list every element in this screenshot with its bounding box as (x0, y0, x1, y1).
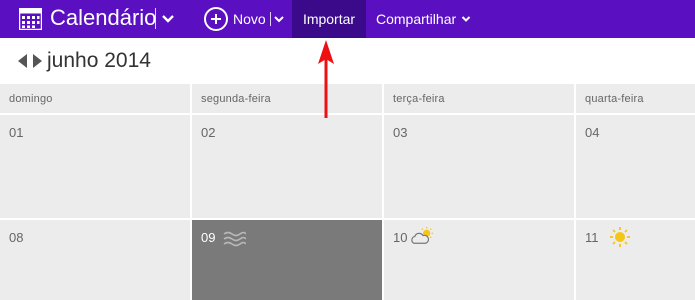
day-column: segunda-feira 02 09 (192, 84, 382, 300)
app-title: Calendário (50, 5, 157, 30)
day-cell[interactable]: 02 (192, 115, 382, 218)
chevron-down-icon[interactable] (461, 15, 471, 23)
day-number: 01 (9, 125, 24, 140)
day-cell-selected[interactable]: 09 (192, 220, 382, 300)
day-column: quarta-feira 04 11 (576, 84, 695, 300)
day-header: domingo (0, 84, 190, 113)
annotation-arrow (318, 40, 334, 118)
share-button[interactable]: Compartilhar (376, 11, 456, 27)
day-cell[interactable]: 04 (576, 115, 695, 218)
day-header: terça-feira (384, 84, 574, 113)
day-number: 08 (9, 230, 24, 245)
fog-icon (223, 231, 246, 247)
day-number: 02 (201, 125, 216, 140)
month-header: junho 2014 (0, 38, 695, 84)
day-number: 09 (201, 230, 216, 245)
top-bar: Calendário Novo Importar Compartilhar (0, 0, 695, 38)
new-button[interactable]: Novo (233, 11, 266, 27)
import-button[interactable]: Importar (292, 0, 366, 38)
day-cell[interactable]: 08 (0, 220, 190, 300)
day-cell[interactable]: 01 (0, 115, 190, 218)
day-number: 03 (393, 125, 408, 140)
day-number: 11 (585, 230, 599, 245)
plus-circle-icon[interactable] (204, 7, 228, 31)
calendar-icon (19, 8, 42, 30)
day-header: quarta-feira (576, 84, 695, 113)
day-column: terça-feira 03 10 (384, 84, 574, 300)
day-cell[interactable]: 10 (384, 220, 574, 300)
next-month-icon[interactable] (33, 54, 42, 68)
day-number: 10 (393, 230, 408, 245)
chevron-down-icon[interactable] (273, 15, 285, 23)
day-cell[interactable]: 11 (576, 220, 695, 300)
month-title: junho 2014 (47, 49, 151, 72)
chevron-down-icon[interactable] (161, 14, 175, 24)
separator (155, 8, 156, 29)
day-column: domingo 01 08 (0, 84, 190, 300)
day-number: 04 (585, 125, 600, 140)
separator (270, 12, 271, 26)
calendar-grid: domingo 01 08 segunda-feira 02 09 terça-… (0, 84, 695, 300)
day-header: segunda-feira (192, 84, 382, 113)
day-cell[interactable]: 03 (384, 115, 574, 218)
partly-cloudy-icon (411, 226, 433, 244)
previous-month-icon[interactable] (18, 54, 27, 68)
sun-icon (610, 227, 630, 247)
